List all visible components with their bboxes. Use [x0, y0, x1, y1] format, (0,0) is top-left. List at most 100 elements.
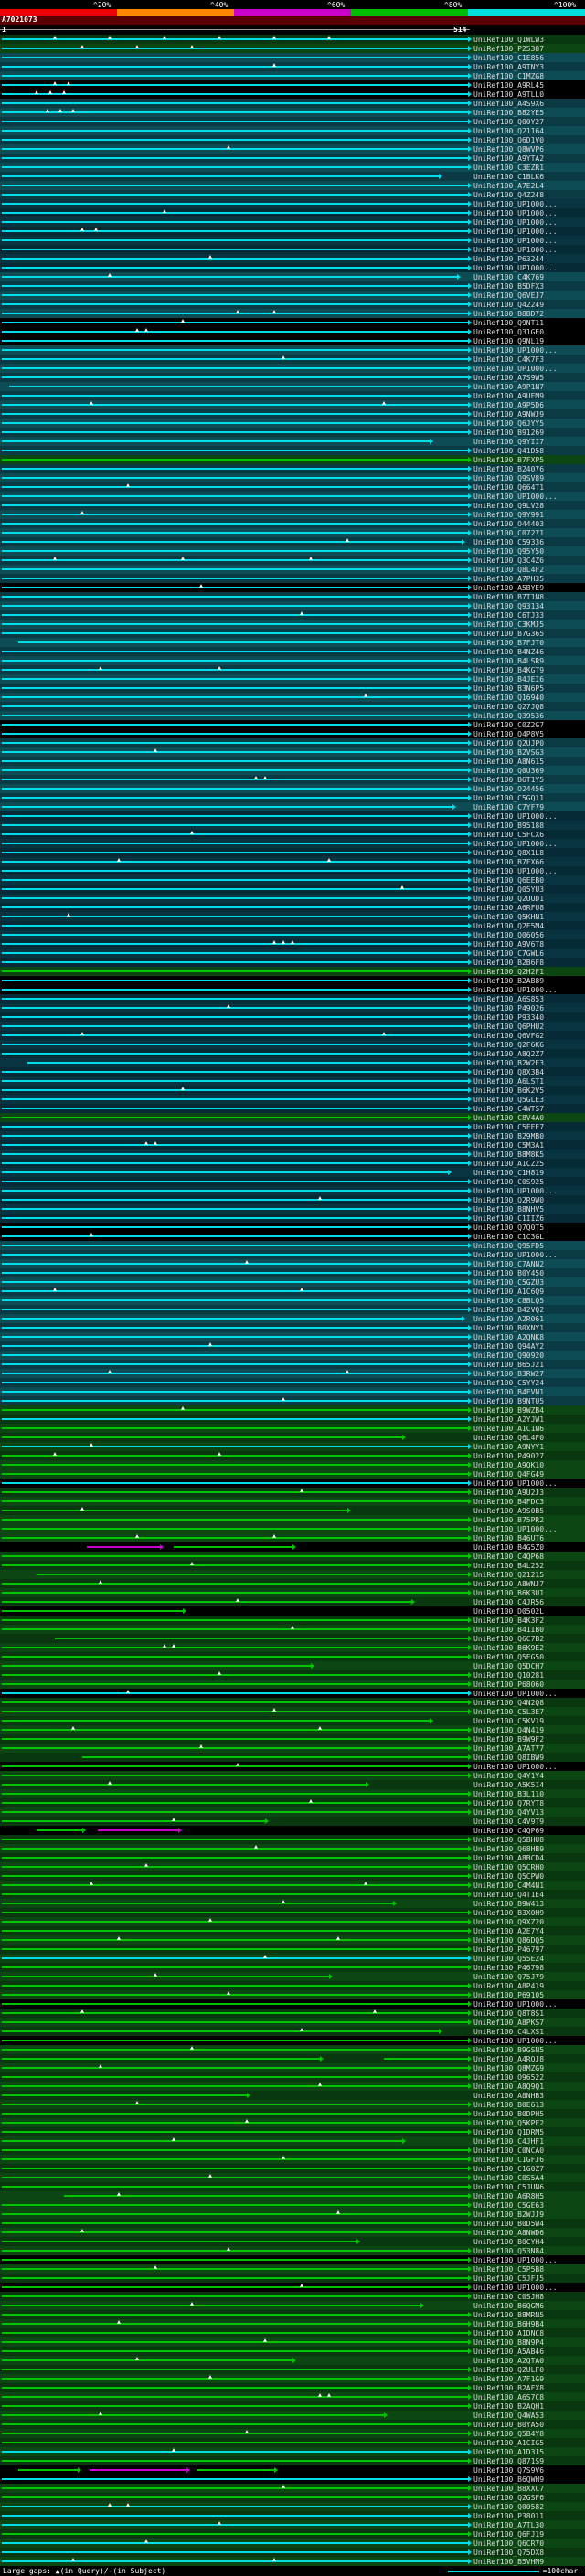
hit-label[interactable]: UniRef100_Q0U369: [473, 767, 544, 775]
hit-label[interactable]: UniRef100_B4KGT9: [473, 666, 544, 674]
hit-label[interactable]: UniRef100_A8N615: [473, 758, 544, 766]
hit-label[interactable]: UniRef100_A8Q2Z7: [473, 1050, 544, 1058]
hit-bar[interactable]: [2, 2414, 384, 2416]
hit-bar[interactable]: [2, 1327, 468, 1329]
hit-bar[interactable]: [2, 1427, 468, 1429]
hit-label[interactable]: UniRef100_Q53N84: [473, 2247, 544, 2255]
hit-bar[interactable]: [2, 578, 468, 579]
hit-label[interactable]: UniRef100_B2AFX8: [473, 2384, 544, 2392]
hit-bar[interactable]: [2, 1628, 468, 1630]
hit-bar[interactable]: [2, 696, 468, 698]
hit-label[interactable]: UniRef100_Q41D58: [473, 447, 544, 455]
hit-label[interactable]: UniRef100_Q31GE0: [473, 328, 544, 336]
hit-bar[interactable]: [2, 1318, 462, 1320]
hit-label[interactable]: UniRef100_Q86DQ5: [473, 1936, 544, 1945]
hit-bar[interactable]: [2, 2451, 468, 2453]
hit-label[interactable]: UniRef100_B6QGM6: [473, 2302, 544, 2310]
hit-label[interactable]: UniRef100_UP1000...: [473, 867, 558, 875]
hit-label[interactable]: UniRef100_A2QTA0: [473, 2357, 544, 2365]
hit-label[interactable]: UniRef100_Q95FD5: [473, 1242, 544, 1250]
hit-bar[interactable]: [2, 2433, 468, 2434]
hit-bar[interactable]: [55, 1638, 468, 1639]
hit-label[interactable]: UniRef100_B29MB0: [473, 1132, 544, 1140]
hit-bar[interactable]: [2, 1793, 468, 1795]
hit-label[interactable]: UniRef100_B4JEI6: [473, 675, 544, 684]
hit-label[interactable]: UniRef100_B3RW27: [473, 1370, 544, 1378]
hit-bar[interactable]: [2, 943, 468, 945]
hit-label[interactable]: UniRef100_UP1000...: [473, 2037, 558, 2045]
hit-bar[interactable]: [2, 1171, 448, 1173]
hit-bar[interactable]: [2, 559, 468, 561]
hit-bar[interactable]: [2, 2295, 468, 2297]
hit-label[interactable]: UniRef100_UP1000...: [473, 365, 558, 373]
hit-label[interactable]: UniRef100_B41IB0: [473, 1626, 544, 1634]
hit-bar[interactable]: [2, 514, 468, 515]
hit-bar[interactable]: [2, 605, 468, 607]
hit-bar[interactable]: [2, 2104, 468, 2105]
hit-label[interactable]: UniRef100_C4QP68: [473, 1553, 544, 1561]
hit-bar[interactable]: [2, 258, 468, 260]
hit-label[interactable]: UniRef100_C1IIZ6: [473, 1214, 544, 1223]
hit-label[interactable]: UniRef100_Q7Q0T5: [473, 1224, 544, 1232]
hit-label[interactable]: UniRef100_A5K5I4: [473, 1781, 544, 1789]
hit-bar[interactable]: [2, 1108, 468, 1109]
hit-label[interactable]: UniRef100_Q10281: [473, 1671, 544, 1680]
hit-label[interactable]: UniRef100_B24076: [473, 465, 544, 473]
hit-bar[interactable]: [2, 587, 468, 588]
hit-label[interactable]: UniRef100_Q9Y991: [473, 511, 544, 519]
hit-label[interactable]: UniRef100_B8MRN5: [473, 2311, 544, 2319]
hit-bar[interactable]: [2, 733, 468, 735]
hit-label[interactable]: UniRef100_O44403: [473, 520, 544, 528]
hit-bar[interactable]: [2, 2378, 468, 2380]
hit-bar[interactable]: [2, 1537, 468, 1539]
hit-bar[interactable]: [2, 1820, 265, 1822]
hit-bar[interactable]: [2, 1226, 468, 1228]
hit-label[interactable]: UniRef100_C0NCA0: [473, 2147, 544, 2155]
hit-label[interactable]: UniRef100_Q2GSF6: [473, 2494, 544, 2502]
hit-bar[interactable]: [2, 175, 439, 177]
hit-label[interactable]: UniRef100_Q6EEB0: [473, 876, 544, 885]
hit-bar[interactable]: [2, 1162, 468, 1164]
hit-bar[interactable]: [2, 1217, 468, 1219]
hit-label[interactable]: UniRef100_C5FCX6: [473, 831, 544, 839]
hit-label[interactable]: UniRef100_P46798: [473, 1964, 544, 1972]
hit-bar[interactable]: [2, 2268, 468, 2270]
hit-label[interactable]: UniRef100_B9GSN5: [473, 2046, 544, 2054]
hit-label[interactable]: UniRef100_Q871S9: [473, 2457, 544, 2465]
hit-bar[interactable]: [2, 1966, 468, 1968]
hit-label[interactable]: UniRef100_Q42249: [473, 301, 544, 309]
hit-bar[interactable]: [2, 1299, 468, 1301]
hit-bar[interactable]: [2, 742, 468, 744]
hit-bar[interactable]: [2, 541, 462, 543]
hit-bar[interactable]: [2, 824, 468, 826]
hit-label[interactable]: UniRef100_Q75DX8: [473, 2549, 544, 2557]
hit-label[interactable]: UniRef100_Q93134: [473, 602, 544, 610]
hit-label[interactable]: UniRef100_B46UT6: [473, 1534, 544, 1542]
hit-label[interactable]: UniRef100_B9WZB4: [473, 1406, 544, 1415]
hit-label[interactable]: UniRef100_A9S0B5: [473, 1507, 544, 1515]
hit-bar[interactable]: [2, 705, 468, 707]
hit-bar[interactable]: [2, 1921, 468, 1923]
hit-bar[interactable]: [2, 1720, 430, 1722]
hit-bar[interactable]: [2, 2030, 439, 2032]
hit-label[interactable]: UniRef100_C5JUN6: [473, 2183, 544, 2191]
hit-label[interactable]: UniRef100_B9W413: [473, 1900, 544, 1908]
hit-bar[interactable]: [2, 2515, 468, 2517]
hit-bar[interactable]: [2, 980, 468, 981]
hit-label[interactable]: UniRef100_Q7RYT8: [473, 1799, 544, 1807]
hit-bar[interactable]: [2, 1245, 468, 1246]
hit-label[interactable]: UniRef100_B0DPH5: [473, 2110, 544, 2118]
hit-bar[interactable]: [2, 2003, 468, 2005]
hit-label[interactable]: UniRef100_Q8X3B4: [473, 1068, 544, 1076]
hit-bar[interactable]: [2, 916, 468, 917]
hit-label[interactable]: UniRef100_B82YE5: [473, 109, 544, 117]
hit-bar[interactable]: [2, 1473, 468, 1475]
hit-bar[interactable]: [2, 2423, 468, 2425]
hit-label[interactable]: UniRef100_Q7S9V6: [473, 2466, 544, 2475]
hit-bar[interactable]: [2, 1281, 468, 1283]
hit-label[interactable]: UniRef100_UP1000...: [473, 2284, 558, 2292]
hit-label[interactable]: UniRef100_C6TJ33: [473, 611, 544, 620]
hit-label[interactable]: UniRef100_B4NZ46: [473, 648, 544, 656]
hit-bar[interactable]: [37, 1829, 82, 1831]
hit-bar[interactable]: [2, 1519, 468, 1521]
